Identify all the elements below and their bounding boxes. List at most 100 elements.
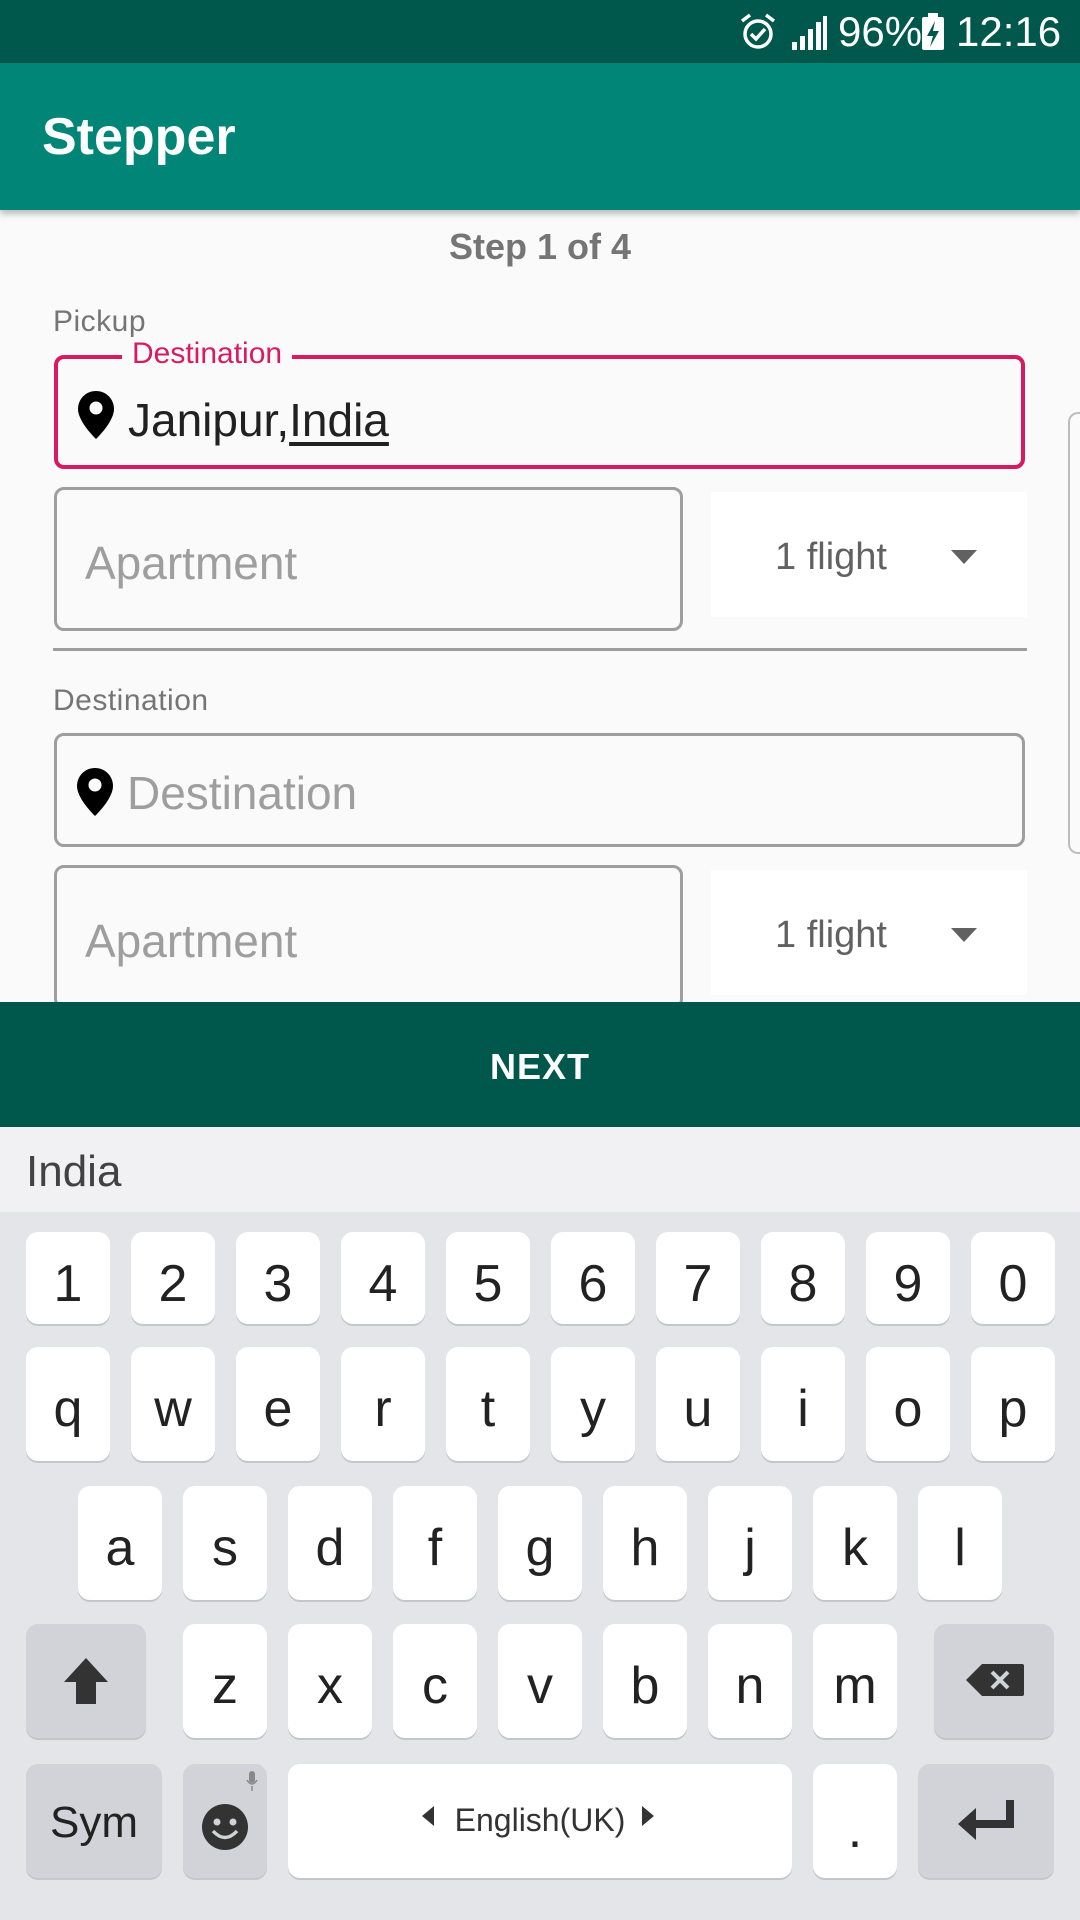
pickup-flight-value: 1 flight bbox=[775, 536, 887, 578]
key-r[interactable]: r bbox=[341, 1347, 425, 1461]
key-label: 4 bbox=[368, 1255, 398, 1313]
pickup-apartment-placeholder: Apartment bbox=[85, 537, 298, 589]
key-label: 1 bbox=[53, 1255, 83, 1313]
key-label: n bbox=[735, 1657, 765, 1715]
shift-key[interactable] bbox=[26, 1624, 146, 1738]
key-label: e bbox=[263, 1380, 293, 1438]
key-f[interactable]: f bbox=[393, 1486, 477, 1600]
microphone-icon bbox=[246, 1771, 258, 1791]
key-label: g bbox=[525, 1519, 555, 1577]
key-e[interactable]: e bbox=[236, 1347, 320, 1461]
alarm-icon bbox=[740, 13, 776, 49]
key-g[interactable]: g bbox=[498, 1486, 582, 1600]
key-s[interactable]: s bbox=[183, 1486, 267, 1600]
emoji-icon bbox=[202, 1804, 248, 1850]
key-o[interactable]: o bbox=[866, 1347, 950, 1461]
key-k[interactable]: k bbox=[813, 1486, 897, 1600]
period-key[interactable]: . bbox=[813, 1764, 897, 1878]
key-d[interactable]: d bbox=[288, 1486, 372, 1600]
destination-apartment-input[interactable]: Apartment bbox=[54, 865, 683, 1009]
key-label: y bbox=[580, 1380, 606, 1438]
key-q[interactable]: q bbox=[26, 1347, 110, 1461]
key-label: 6 bbox=[578, 1255, 608, 1313]
pickup-destination-label: Destination bbox=[122, 337, 293, 371]
enter-icon bbox=[958, 1800, 1014, 1840]
sym-key[interactable]: Sym bbox=[26, 1764, 162, 1878]
key-label: c bbox=[422, 1657, 448, 1715]
key-8[interactable]: 8 bbox=[761, 1232, 845, 1324]
pickup-flight-dropdown[interactable]: 1 flight bbox=[711, 492, 1027, 617]
key-6[interactable]: 6 bbox=[551, 1232, 635, 1324]
key-7[interactable]: 7 bbox=[656, 1232, 740, 1324]
key-label: 8 bbox=[788, 1255, 818, 1313]
key-j[interactable]: j bbox=[708, 1486, 792, 1600]
battery-charging-icon bbox=[922, 13, 944, 50]
key-label: h bbox=[630, 1519, 660, 1577]
key-i[interactable]: i bbox=[761, 1347, 845, 1461]
key-label: o bbox=[893, 1380, 923, 1438]
key-4[interactable]: 4 bbox=[341, 1232, 425, 1324]
key-label: v bbox=[527, 1657, 553, 1715]
key-label: 7 bbox=[683, 1255, 713, 1313]
destination-placeholder: Destination bbox=[127, 767, 358, 819]
key-label: k bbox=[842, 1519, 868, 1577]
location-pin-icon bbox=[78, 391, 114, 439]
emoji-key[interactable] bbox=[183, 1764, 267, 1878]
sym-key-label: Sym bbox=[50, 1798, 138, 1847]
key-v[interactable]: v bbox=[498, 1624, 582, 1738]
destination-field[interactable]: Destination bbox=[54, 733, 1025, 847]
next-button[interactable]: NEXT bbox=[0, 1002, 1080, 1127]
key-c[interactable]: c bbox=[393, 1624, 477, 1738]
destination-flight-dropdown[interactable]: 1 flight bbox=[711, 870, 1027, 995]
key-label: s bbox=[212, 1519, 238, 1577]
key-label: l bbox=[954, 1519, 966, 1577]
key-2[interactable]: 2 bbox=[131, 1232, 215, 1324]
key-label: i bbox=[797, 1380, 809, 1438]
key-label: 5 bbox=[473, 1255, 503, 1313]
key-label: 2 bbox=[158, 1255, 188, 1313]
pickup-destination-field[interactable]: Destination Janipur,India bbox=[54, 337, 1025, 469]
key-p[interactable]: p bbox=[971, 1347, 1055, 1461]
key-w[interactable]: w bbox=[131, 1347, 215, 1461]
backspace-key[interactable] bbox=[934, 1624, 1054, 1738]
key-l[interactable]: l bbox=[918, 1486, 1002, 1600]
key-5[interactable]: 5 bbox=[446, 1232, 530, 1324]
clock: 12:16 bbox=[956, 8, 1062, 55]
key-label: j bbox=[744, 1519, 756, 1577]
key-x[interactable]: x bbox=[288, 1624, 372, 1738]
key-label: p bbox=[998, 1380, 1028, 1438]
key-z[interactable]: z bbox=[183, 1624, 267, 1738]
space-key[interactable]: English(UK) bbox=[288, 1764, 792, 1878]
shift-arrow-icon bbox=[64, 1658, 108, 1704]
destination-flight-value: 1 flight bbox=[775, 914, 887, 956]
key-label: 0 bbox=[998, 1255, 1028, 1313]
status-bar: 96% 12:16 bbox=[0, 0, 1080, 63]
key-3[interactable]: 3 bbox=[236, 1232, 320, 1324]
key-m[interactable]: m bbox=[813, 1624, 897, 1738]
key-0[interactable]: 0 bbox=[971, 1232, 1055, 1324]
key-b[interactable]: b bbox=[603, 1624, 687, 1738]
key-h[interactable]: h bbox=[603, 1486, 687, 1600]
period-key-label: . bbox=[847, 1801, 863, 1859]
pickup-apartment-input[interactable]: Apartment bbox=[54, 487, 683, 631]
key-label: x bbox=[317, 1657, 343, 1715]
key-label: u bbox=[683, 1380, 713, 1438]
key-u[interactable]: u bbox=[656, 1347, 740, 1461]
keyboard-suggestion-bar: India bbox=[0, 1127, 1080, 1214]
language-left-arrow-icon bbox=[422, 1806, 434, 1826]
key-9[interactable]: 9 bbox=[866, 1232, 950, 1324]
enter-key[interactable] bbox=[918, 1764, 1054, 1878]
key-y[interactable]: y bbox=[551, 1347, 635, 1461]
pickup-destination-value: Janipur,India bbox=[128, 394, 389, 446]
keyboard-suggestion[interactable]: India bbox=[26, 1147, 121, 1197]
key-n[interactable]: n bbox=[708, 1624, 792, 1738]
key-t[interactable]: t bbox=[446, 1347, 530, 1461]
key-label: d bbox=[315, 1519, 345, 1577]
key-1[interactable]: 1 bbox=[26, 1232, 110, 1324]
key-label: z bbox=[212, 1657, 238, 1715]
key-label: a bbox=[105, 1519, 135, 1577]
destination-section-label: Destination bbox=[53, 684, 209, 717]
key-label: f bbox=[427, 1519, 443, 1577]
key-a[interactable]: a bbox=[78, 1486, 162, 1600]
key-label: t bbox=[480, 1380, 496, 1438]
